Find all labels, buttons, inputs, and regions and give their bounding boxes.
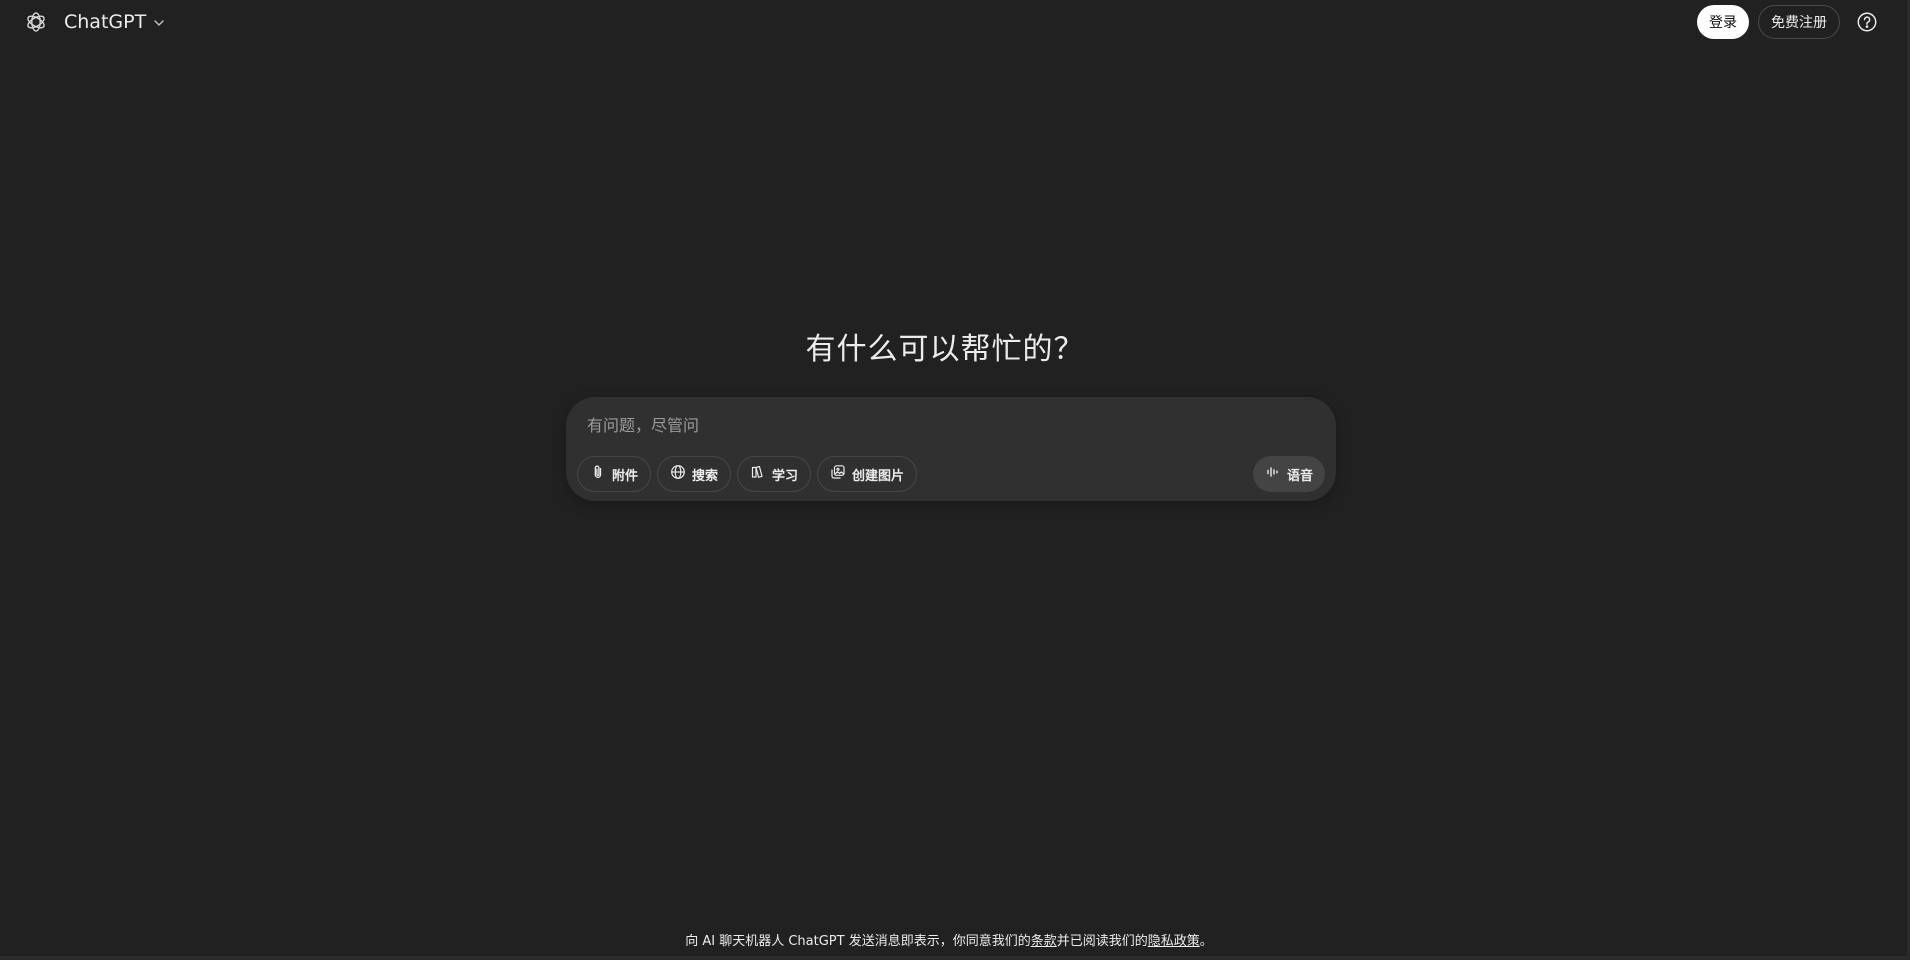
search-button[interactable]: 搜索 (657, 456, 732, 492)
chatgpt-page: ChatGPT 登录 免费注册 有什么可以帮忙的？ 附件 (0, 0, 1910, 960)
paperclip-icon (590, 464, 606, 484)
page-title: 有什么可以帮忙的？ (805, 332, 1085, 367)
voice-label: 语音 (1286, 468, 1313, 484)
disclaimer-suffix: 。 (1199, 934, 1213, 949)
window-edge-bottom (0, 956, 1910, 960)
attach-button[interactable]: 附件 (577, 456, 652, 492)
image-icon (830, 464, 846, 484)
voice-wave-icon (1265, 464, 1281, 484)
study-label: 学习 (772, 468, 799, 484)
book-icon (750, 464, 766, 484)
search-label: 搜索 (692, 468, 719, 484)
terms-link[interactable]: 条款 (1031, 934, 1057, 949)
composer-tools: 附件 搜索 学习 创建图片 (577, 456, 918, 492)
message-composer: 附件 搜索 学习 创建图片 (567, 398, 1335, 500)
login-button[interactable]: 登录 (1697, 5, 1749, 39)
help-icon[interactable] (1854, 9, 1880, 35)
model-name: ChatGPT (64, 11, 147, 33)
create-image-label: 创建图片 (852, 468, 905, 484)
attach-label: 附件 (612, 468, 639, 484)
signup-button[interactable]: 免费注册 (1758, 5, 1840, 39)
openai-logo-icon[interactable] (24, 10, 48, 34)
create-image-button[interactable]: 创建图片 (817, 456, 918, 492)
disclaimer: 向 AI 聊天机器人 ChatGPT 发送消息即表示，你同意我们的条款并已阅读我… (0, 930, 1898, 949)
privacy-link[interactable]: 隐私政策 (1148, 934, 1200, 949)
study-button[interactable]: 学习 (737, 456, 812, 492)
globe-icon (670, 464, 686, 484)
chevron-down-icon (152, 15, 166, 29)
voice-button[interactable]: 语音 (1252, 456, 1325, 492)
model-selector[interactable]: ChatGPT (60, 7, 170, 37)
prompt-input[interactable] (587, 410, 1307, 440)
disclaimer-prefix: 向 AI 聊天机器人 ChatGPT 发送消息即表示，你同意我们的 (685, 934, 1031, 949)
top-bar: ChatGPT 登录 免费注册 (0, 0, 1910, 44)
disclaimer-middle: 并已阅读我们的 (1056, 934, 1148, 949)
